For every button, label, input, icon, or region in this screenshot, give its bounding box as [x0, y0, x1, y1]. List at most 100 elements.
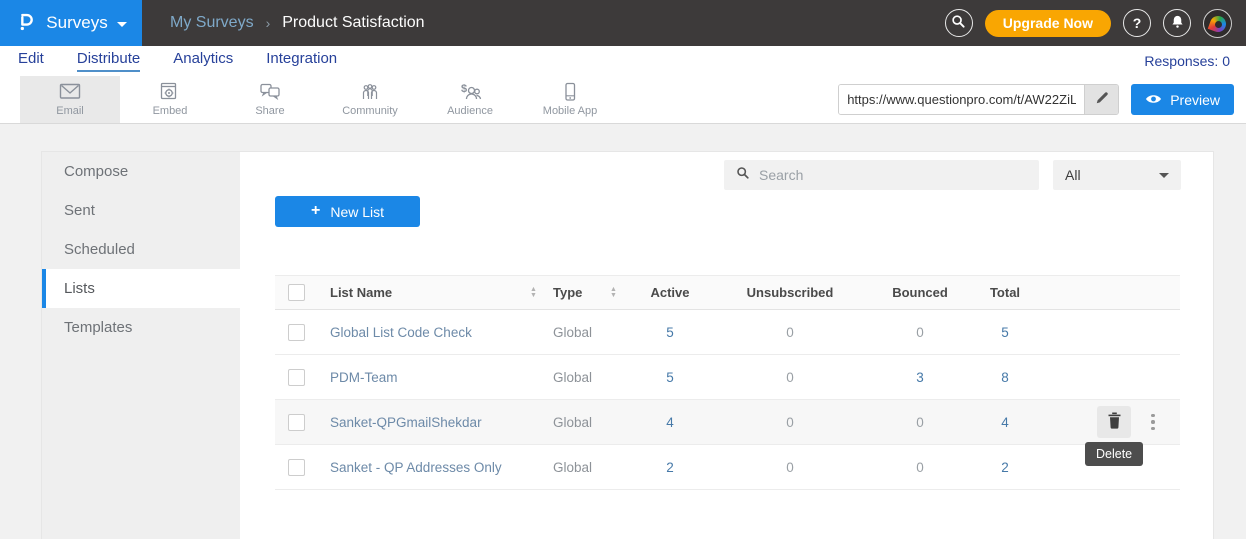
tab-distribute[interactable]: Distribute	[77, 50, 140, 72]
channel-label: Mobile App	[543, 105, 597, 117]
row-checkbox[interactable]	[288, 459, 305, 476]
delete-list-button[interactable]	[1097, 406, 1131, 438]
search-row: All	[724, 160, 1181, 190]
questionpro-logo-icon	[15, 9, 37, 38]
help-icon: ?	[1133, 15, 1142, 31]
survey-url-field	[838, 84, 1119, 115]
survey-url-input[interactable]	[839, 85, 1084, 114]
sidebar-item-scheduled[interactable]: Scheduled	[42, 230, 240, 269]
col-type: Type	[550, 285, 610, 300]
sidebar-item-templates[interactable]: Templates	[42, 308, 240, 347]
tab-analytics[interactable]: Analytics	[173, 50, 233, 72]
channel-label: Email	[56, 105, 84, 117]
mobile-app-icon	[558, 82, 582, 102]
row-checkbox[interactable]	[288, 324, 305, 341]
filter-dropdown[interactable]: All	[1053, 160, 1181, 190]
col-total: Total	[965, 285, 1045, 300]
active-count[interactable]: 5	[635, 325, 705, 340]
table-row: Sanket - QP Addresses Only Global 2 0 0 …	[275, 445, 1180, 490]
breadcrumb-my-surveys[interactable]: My Surveys	[170, 14, 254, 32]
bounced-count[interactable]: 3	[875, 370, 965, 385]
channel-email[interactable]: Email	[20, 76, 120, 123]
lists-table: List Name ▲▼ Type ▲▼ Active Unsubscribed…	[275, 275, 1180, 490]
eye-icon	[1145, 92, 1162, 108]
bounced-count: 0	[875, 325, 965, 340]
row-actions: Delete	[1045, 400, 1180, 444]
trash-icon	[1107, 412, 1122, 432]
sort-list-name-icon[interactable]: ▲▼	[530, 287, 540, 299]
channel-embed[interactable]: Embed	[120, 76, 220, 123]
channel-label: Embed	[153, 105, 188, 117]
total-count[interactable]: 8	[965, 370, 1045, 385]
search-icon	[736, 166, 750, 185]
table-row: Global List Code Check Global 5 0 0 5	[275, 310, 1180, 355]
unsubscribed-count: 0	[705, 460, 875, 475]
list-name-link[interactable]: Global List Code Check	[320, 325, 530, 340]
list-name-link[interactable]: Sanket-QPGmailShekdar	[320, 415, 530, 430]
total-count[interactable]: 4	[965, 415, 1045, 430]
col-list-name: List Name	[320, 285, 530, 300]
delete-tooltip: Delete	[1085, 442, 1143, 466]
upgrade-now-button[interactable]: Upgrade Now	[985, 10, 1111, 37]
notifications-button[interactable]	[1163, 9, 1191, 37]
product-name: Surveys	[46, 13, 107, 33]
list-name-link[interactable]: PDM-Team	[320, 370, 530, 385]
total-count[interactable]: 2	[965, 460, 1045, 475]
table-header-row: List Name ▲▼ Type ▲▼ Active Unsubscribed…	[275, 275, 1180, 310]
svg-text:$: $	[461, 83, 467, 95]
active-count[interactable]: 5	[635, 370, 705, 385]
audience-icon: $	[457, 82, 483, 102]
col-active: Active	[635, 285, 705, 300]
unsubscribed-count: 0	[705, 370, 875, 385]
channel-mobile-app[interactable]: Mobile App	[520, 76, 620, 123]
row-checkbox[interactable]	[288, 414, 305, 431]
channel-label: Audience	[447, 105, 493, 117]
list-type: Global	[550, 370, 610, 385]
chevron-down-icon	[117, 22, 127, 27]
select-all-checkbox[interactable]	[288, 284, 305, 301]
search-icon	[951, 14, 966, 32]
help-button[interactable]: ?	[1123, 9, 1151, 37]
total-count[interactable]: 5	[965, 325, 1045, 340]
plus-icon: +	[311, 202, 320, 220]
search-button[interactable]	[945, 9, 973, 37]
search-input[interactable]	[759, 167, 1027, 183]
sidebar-item-lists[interactable]: Lists	[42, 269, 240, 308]
preview-button[interactable]: Preview	[1131, 84, 1234, 115]
tab-edit[interactable]: Edit	[18, 50, 44, 72]
list-name-link[interactable]: Sanket - QP Addresses Only	[320, 460, 530, 475]
lists-content: All + New List List Name ▲▼ Type ▲▼ Acti…	[240, 152, 1213, 539]
channel-audience[interactable]: $ Audience	[420, 76, 520, 123]
app-window: Surveys My Surveys › Product Satisfactio…	[0, 0, 1246, 539]
sort-type-icon[interactable]: ▲▼	[610, 287, 620, 299]
active-count[interactable]: 2	[635, 460, 705, 475]
email-sidebar: Compose Sent Scheduled Lists Templates	[42, 152, 240, 539]
new-list-label: New List	[330, 204, 384, 220]
channel-share[interactable]: Share	[220, 76, 320, 123]
search-box	[724, 160, 1039, 190]
share-icon	[258, 82, 282, 102]
avatar[interactable]	[1203, 9, 1232, 38]
pencil-icon	[1095, 91, 1109, 108]
tab-integration[interactable]: Integration	[266, 50, 337, 72]
community-icon	[358, 82, 382, 102]
sidebar-item-compose[interactable]: Compose	[42, 152, 240, 191]
list-type: Global	[550, 415, 610, 430]
product-switcher[interactable]: Surveys	[0, 0, 142, 46]
row-checkbox[interactable]	[288, 369, 305, 386]
filter-value: All	[1065, 167, 1081, 183]
bounced-count: 0	[875, 415, 965, 430]
sidebar-item-sent[interactable]: Sent	[42, 191, 240, 230]
new-list-button[interactable]: + New List	[275, 196, 420, 227]
unsubscribed-count: 0	[705, 325, 875, 340]
channel-community[interactable]: Community	[320, 76, 420, 123]
more-actions-button[interactable]	[1147, 410, 1159, 435]
edit-url-button[interactable]	[1084, 85, 1118, 114]
preview-label: Preview	[1170, 92, 1220, 108]
list-type: Global	[550, 460, 610, 475]
table-row-hovered: Sanket-QPGmailShekdar Global 4 0 0 4	[275, 400, 1180, 445]
lists-panel: Compose Sent Scheduled Lists Templates A…	[42, 152, 1213, 539]
active-count[interactable]: 4	[635, 415, 705, 430]
toolbar-right: Preview	[838, 76, 1246, 123]
top-bar-actions: Upgrade Now ?	[945, 9, 1246, 38]
